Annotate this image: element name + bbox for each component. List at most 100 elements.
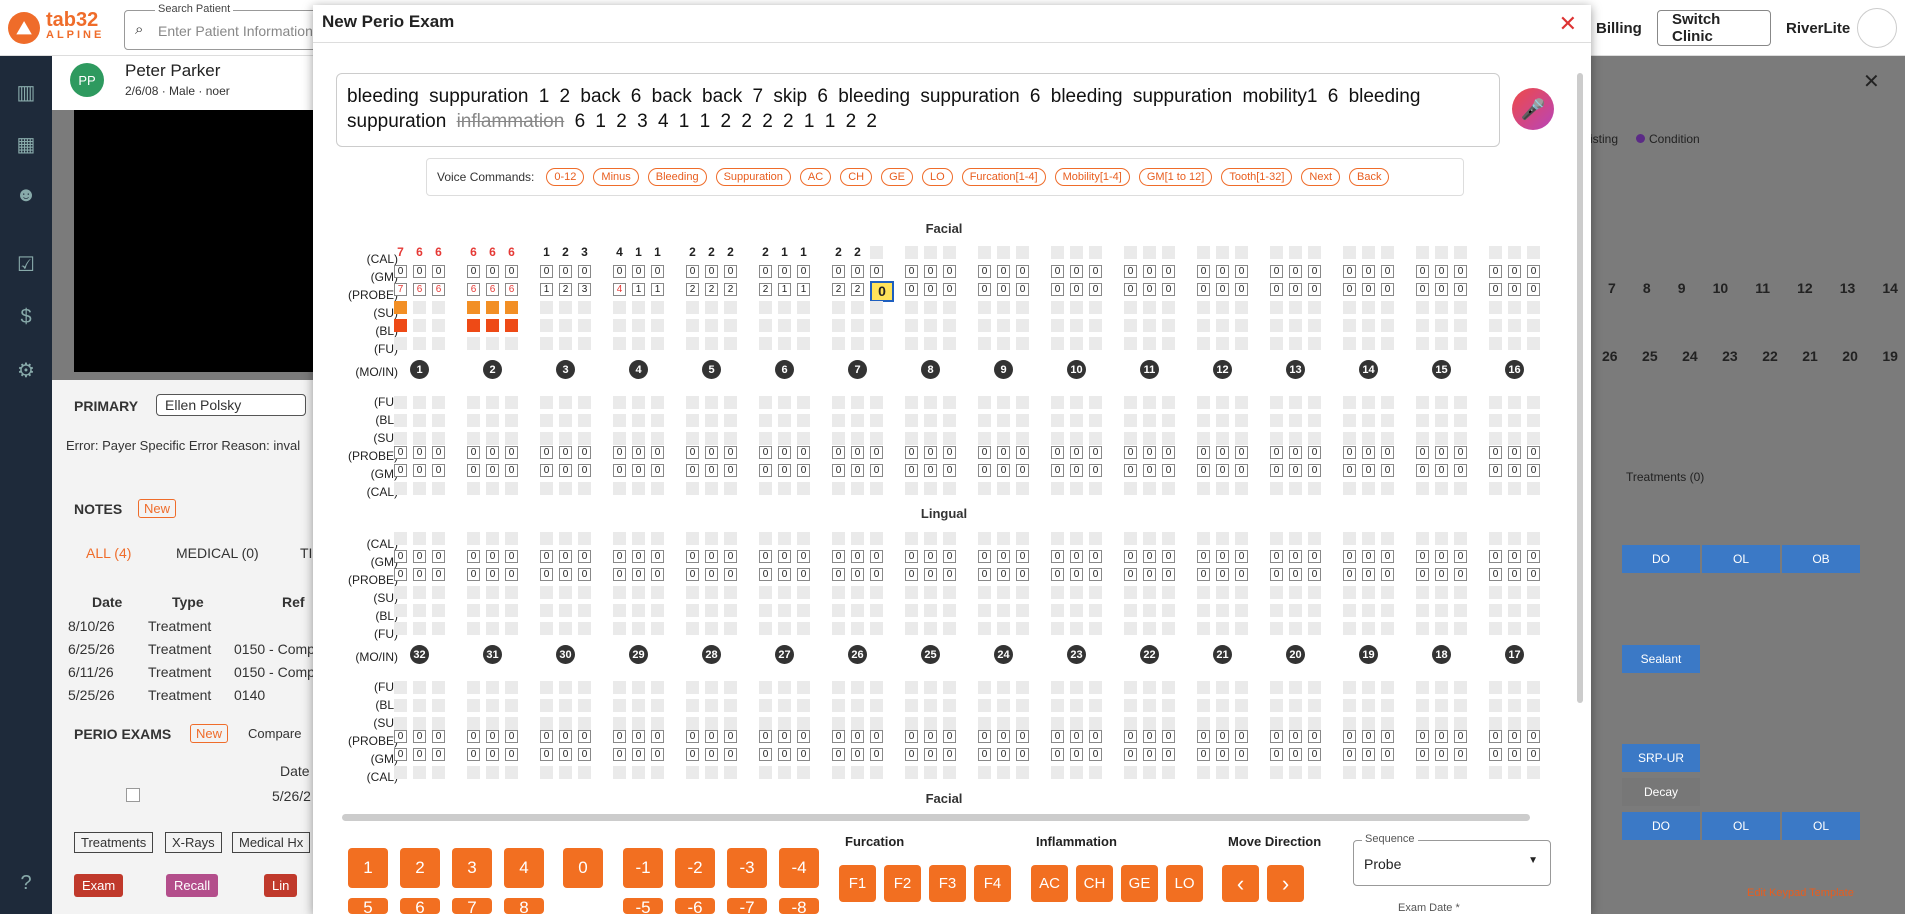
gm-cell[interactable]: 0	[1216, 464, 1229, 477]
gm-cell[interactable]: 0	[978, 464, 991, 477]
su-cell[interactable]	[705, 717, 718, 730]
probe-cell[interactable]: 0	[540, 446, 553, 459]
fu-cell[interactable]	[578, 337, 591, 350]
probe-cell[interactable]: 6	[467, 283, 480, 296]
user-name[interactable]: RiverLite	[1772, 10, 1864, 46]
gm-cell[interactable]: 0	[851, 550, 864, 563]
fu-cell[interactable]	[467, 337, 480, 350]
probe-cell[interactable]: 0	[1270, 568, 1283, 581]
fu-cell[interactable]	[851, 337, 864, 350]
gm-cell[interactable]: 0	[1416, 748, 1429, 761]
bl-cell[interactable]	[943, 414, 956, 427]
gm-cell[interactable]: 0	[1016, 550, 1029, 563]
fu-cell[interactable]	[1508, 396, 1521, 409]
close-icon[interactable]: ✕	[1559, 11, 1577, 37]
fu-cell[interactable]	[724, 337, 737, 350]
furcation-button[interactable]: F2	[884, 865, 921, 902]
bl-cell[interactable]	[1527, 699, 1540, 712]
help-icon[interactable]: ?	[12, 872, 40, 900]
gm-cell[interactable]: 0	[1051, 464, 1064, 477]
probe-cell[interactable]: 0	[1016, 568, 1029, 581]
gm-cell[interactable]: 0	[651, 748, 664, 761]
su-cell[interactable]	[1381, 432, 1394, 445]
fu-cell[interactable]	[832, 396, 845, 409]
bl-cell[interactable]	[1381, 699, 1394, 712]
tooth-number[interactable]: 6	[775, 360, 794, 379]
horizontal-scrollbar[interactable]	[342, 814, 1530, 821]
fu-cell[interactable]	[1143, 337, 1156, 350]
su-cell[interactable]	[1489, 586, 1502, 599]
keypad-button[interactable]: 0	[563, 848, 603, 888]
gm-cell[interactable]: 0	[797, 550, 810, 563]
gm-cell[interactable]: 0	[1454, 748, 1467, 761]
probe-cell[interactable]: 0	[1381, 730, 1394, 743]
bl-cell[interactable]	[413, 414, 426, 427]
su-cell[interactable]	[851, 586, 864, 599]
fu-cell[interactable]	[613, 622, 626, 635]
bl-cell[interactable]	[432, 414, 445, 427]
su-cell[interactable]	[1454, 586, 1467, 599]
suppuration-flag[interactable]	[394, 301, 407, 314]
fu-cell[interactable]	[1124, 396, 1137, 409]
su-cell[interactable]	[432, 586, 445, 599]
probe-cell[interactable]: 6	[413, 283, 426, 296]
probe-cell[interactable]: 0	[724, 730, 737, 743]
su-cell[interactable]	[759, 586, 772, 599]
fu-cell[interactable]	[905, 622, 918, 635]
su-cell[interactable]	[540, 586, 553, 599]
bl-cell[interactable]	[1124, 319, 1137, 332]
bl-cell[interactable]	[943, 319, 956, 332]
gm-cell[interactable]: 0	[540, 550, 553, 563]
voice-command-chip[interactable]: Suppuration	[715, 168, 791, 186]
gm-cell[interactable]: 0	[467, 464, 480, 477]
fu-cell[interactable]	[394, 396, 407, 409]
bl-cell[interactable]	[832, 604, 845, 617]
bl-cell[interactable]	[1527, 604, 1540, 617]
tooth-number[interactable]: 27	[775, 645, 794, 664]
probe-cell[interactable]: 0	[1508, 730, 1521, 743]
bl-cell[interactable]	[1508, 414, 1521, 427]
su-cell[interactable]	[997, 586, 1010, 599]
gm-cell[interactable]: 0	[997, 464, 1010, 477]
su-cell[interactable]	[1289, 432, 1302, 445]
bl-cell[interactable]	[1089, 319, 1102, 332]
fu-cell[interactable]	[705, 622, 718, 635]
probe-cell[interactable]: 0	[1143, 730, 1156, 743]
tooth-number[interactable]: 8	[921, 360, 940, 379]
su-cell[interactable]	[651, 717, 664, 730]
bl-cell[interactable]	[1343, 319, 1356, 332]
bl-cell[interactable]	[924, 699, 937, 712]
gm-cell[interactable]: 0	[1070, 464, 1083, 477]
su-cell[interactable]	[1454, 432, 1467, 445]
bl-cell[interactable]	[1216, 414, 1229, 427]
tab-t[interactable]: TI	[300, 545, 312, 561]
keypad-button[interactable]: 6	[400, 898, 440, 914]
voice-command-chip[interactable]: GE	[881, 168, 913, 186]
su-cell[interactable]	[1308, 301, 1321, 314]
tooth-number[interactable]: 28	[702, 645, 721, 664]
probe-cell[interactable]: 0	[778, 446, 791, 459]
probe-cell[interactable]: 2	[686, 283, 699, 296]
fu-cell[interactable]	[724, 396, 737, 409]
gm-cell[interactable]: 0	[394, 265, 407, 278]
probe-cell[interactable]: 0	[978, 568, 991, 581]
su-cell[interactable]	[467, 717, 480, 730]
gm-cell[interactable]: 0	[1162, 748, 1175, 761]
bl-cell[interactable]	[1016, 414, 1029, 427]
bl-cell[interactable]	[432, 319, 445, 332]
su-cell[interactable]	[540, 301, 553, 314]
probe-cell[interactable]: 0	[1454, 283, 1467, 296]
bl-cell[interactable]	[432, 604, 445, 617]
keypad-button[interactable]: -4	[779, 848, 819, 888]
probe-cell[interactable]: 0	[1197, 730, 1210, 743]
fu-cell[interactable]	[1162, 681, 1175, 694]
fu-cell[interactable]	[924, 337, 937, 350]
fu-cell[interactable]	[613, 396, 626, 409]
su-cell[interactable]	[1089, 432, 1102, 445]
probe-cell[interactable]: 0	[1143, 283, 1156, 296]
su-cell[interactable]	[924, 586, 937, 599]
fu-cell[interactable]	[1454, 337, 1467, 350]
su-cell[interactable]	[1124, 717, 1137, 730]
fu-cell[interactable]	[486, 337, 499, 350]
probe-cell[interactable]: 0	[943, 730, 956, 743]
